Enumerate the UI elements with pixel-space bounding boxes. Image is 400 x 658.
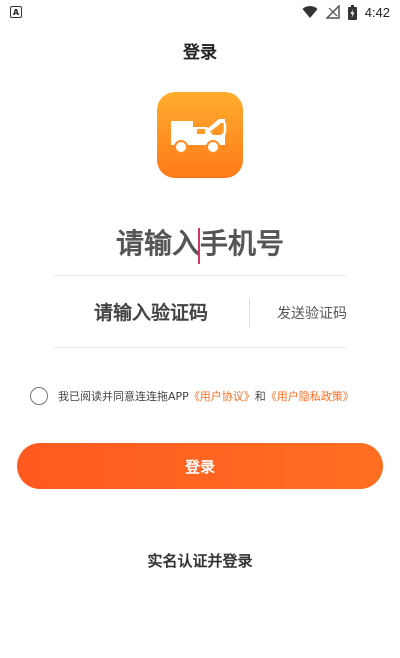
agreement-text: 我已阅读并同意连连拖APP《用户协议》和《用户隐私政策》	[58, 388, 354, 404]
verification-code-row: 发送验证码	[53, 278, 347, 348]
status-bar: A 4:42	[0, 0, 400, 24]
phone-field	[53, 212, 347, 276]
login-screen: A 4:42 登录 请输入手机号 请输入验证码 发送验证码 我已阅读并同意连连拖…	[0, 0, 400, 658]
agreement-row: 我已阅读并同意连连拖APP《用户协议》和《用户隐私政策》	[30, 385, 380, 407]
app-logo	[157, 92, 243, 178]
tow-truck-icon	[171, 119, 227, 154]
agreement-and: 和	[254, 390, 266, 403]
battery-icon	[347, 4, 357, 20]
send-code-button[interactable]: 发送验证码	[250, 303, 347, 323]
phone-input[interactable]	[53, 227, 347, 260]
verification-code-input[interactable]	[53, 301, 249, 324]
agreement-prefix: 我已阅读并同意连连拖APP	[58, 390, 189, 403]
notification-app-icon: A	[10, 6, 22, 18]
login-button[interactable]: 登录	[17, 443, 383, 489]
status-bar-left: A	[10, 6, 22, 18]
signal-icon	[325, 5, 340, 19]
wifi-icon	[302, 6, 318, 19]
privacy-policy-link[interactable]: 《用户隐私政策》	[266, 390, 354, 403]
status-bar-right: 4:42	[302, 4, 390, 20]
realname-login-link[interactable]: 实名认证并登录	[0, 550, 400, 571]
agreement-checkbox[interactable]	[30, 387, 48, 405]
status-time: 4:42	[364, 4, 390, 20]
page-title: 登录	[183, 43, 217, 63]
user-agreement-link[interactable]: 《用户协议》	[189, 390, 255, 403]
text-cursor	[198, 228, 200, 264]
